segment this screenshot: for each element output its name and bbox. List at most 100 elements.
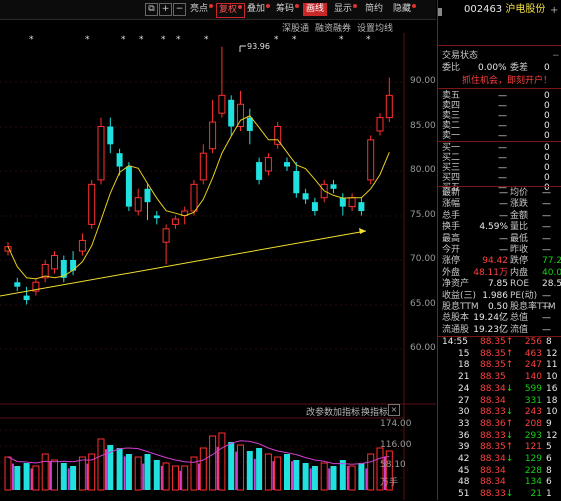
candle-body-down xyxy=(256,162,263,180)
quote-row: 今开 — 昨收 — xyxy=(442,245,551,255)
volume-bar-aux xyxy=(179,470,182,490)
volume-bar-down xyxy=(358,463,365,490)
volume-bar-down xyxy=(153,460,160,490)
zoom-in-icon[interactable]: + xyxy=(159,3,172,16)
volume-bar-down xyxy=(228,442,235,490)
price-axis-label: 90.00 xyxy=(410,76,436,86)
quote-row: 流通股 19.23亿 流值 — xyxy=(442,324,551,335)
volume-bar-aux xyxy=(105,449,107,490)
volume-bar-up xyxy=(199,447,207,491)
zoom-out-icon[interactable]: − xyxy=(173,3,186,16)
vol-tab-add[interactable]: 加指标 xyxy=(333,405,360,418)
quote-row: 涨停 94.42 跌停 77.2 xyxy=(442,256,561,267)
hide-button[interactable]: 隐藏 xyxy=(393,3,417,16)
point-button[interactable]: 亮点 xyxy=(190,3,214,16)
volume-bar-aux xyxy=(86,463,89,490)
candle-body-up xyxy=(190,183,198,212)
vol-tab-switch[interactable]: 换指标 xyxy=(361,405,388,418)
sub-tabs: 深股通 融资融券 设置均线 xyxy=(0,19,436,34)
tick-row: 33 88.36↑ 208 9 xyxy=(458,418,552,429)
quote-row: 外盘48.11万内盘40.08 xyxy=(442,267,561,278)
volume-bar-down xyxy=(339,460,346,490)
candle-body-up xyxy=(78,239,86,252)
volume-bar-down xyxy=(60,463,67,490)
candle-body-down xyxy=(70,260,77,271)
quote-row: 最新 — 均价 — xyxy=(442,188,551,198)
candle-body-down xyxy=(14,282,21,287)
tick-row: 21 88.35 140 10 xyxy=(458,372,558,383)
event-star: * xyxy=(292,35,297,45)
volume-bar-aux xyxy=(198,463,200,490)
event-star: * xyxy=(161,35,166,45)
vol-axis-2: 116.00 xyxy=(380,440,412,450)
volume-bar-down xyxy=(284,454,290,490)
candle-body-down xyxy=(339,197,346,207)
stock-code: 002463 xyxy=(464,4,503,15)
panel-collapse-icon[interactable] xyxy=(438,8,446,16)
overlay-button[interactable]: 叠加 xyxy=(247,3,271,16)
event-star: * xyxy=(339,35,344,45)
simple-button[interactable]: 简约 xyxy=(365,3,383,16)
volume-bar-aux xyxy=(123,456,126,490)
price-axis-label: 80.00 xyxy=(410,165,436,175)
candlestick-chart[interactable]: 93.96 * * * * * * * * * * * xyxy=(0,33,436,500)
candle-body-down xyxy=(23,295,30,301)
vol-tab-params[interactable]: 改参数 xyxy=(306,405,333,418)
quote-panel: 002463 沪电股份 + 交易状态 − 委比 0.00% 委差 0 抓住机会，… xyxy=(437,0,561,500)
panel-minus-icon[interactable]: − xyxy=(552,50,560,62)
volume-bar-aux xyxy=(328,468,331,490)
volume-bar-down xyxy=(256,448,263,490)
panel-add-icon[interactable]: + xyxy=(550,5,558,16)
quote-row: 净资产7.85ROE28.57 xyxy=(442,279,561,290)
volume-bar-down xyxy=(330,466,337,490)
tick-row: 27 88.34 331 18 xyxy=(458,395,558,406)
promo-link[interactable]: 抓住机会，即刻开户！ xyxy=(462,75,552,87)
draw-line-button[interactable]: 画线 xyxy=(303,3,328,16)
quote-row: 总股本 19.24亿 总值 — xyxy=(442,313,551,324)
chips-button[interactable]: 筹码 xyxy=(276,3,300,16)
volume-bar-up xyxy=(97,438,105,491)
display-button[interactable]: 显示 xyxy=(334,3,358,16)
candle-body-up xyxy=(171,218,179,225)
quote-row: 股息TTM 0.50 股息率TTM — xyxy=(442,302,556,312)
volume-bar-aux xyxy=(30,468,33,490)
event-markers: * * * * * * * * * * * xyxy=(29,35,371,45)
event-star: * xyxy=(29,35,34,45)
tick-row: 30 88.33↓ 243 10 xyxy=(458,407,558,418)
close-icon[interactable]: × xyxy=(388,404,400,416)
candle-body-down xyxy=(302,193,309,200)
tick-row: 48 88.34 134 6 xyxy=(458,477,552,488)
candle-body-up xyxy=(385,94,393,119)
candle-body-down xyxy=(330,184,337,189)
volume-bar-up xyxy=(264,453,272,491)
window-restore-icon[interactable]: ⧉ xyxy=(145,3,158,16)
candles xyxy=(4,46,393,305)
tick-row: 39 88.35↑ 121 5 xyxy=(458,442,552,453)
volume-bar-aux xyxy=(216,446,219,490)
volume-bar-down xyxy=(293,460,300,490)
ma-line xyxy=(7,115,390,280)
candle-body-down xyxy=(125,166,132,207)
volume-bar-down xyxy=(302,463,309,490)
volume-bar-up xyxy=(320,462,328,491)
volume-bar-up xyxy=(237,444,244,491)
volume-bar-aux xyxy=(67,468,70,490)
adjust-button[interactable]: 复权 xyxy=(216,3,246,18)
trade-status-label: 交易状态 xyxy=(442,51,479,61)
volume-bar-aux xyxy=(142,463,145,490)
candle-body-down xyxy=(228,99,235,127)
volume-bar-aux xyxy=(291,461,293,490)
volume-bar-down xyxy=(23,463,30,490)
candle-body-up xyxy=(162,228,170,243)
price-axis-label: 60.00 xyxy=(410,343,436,353)
volume-toolbar: 改参数 加指标 换指标 × xyxy=(0,404,436,418)
volume-bar-aux xyxy=(12,463,14,490)
price-axis-label: 65.00 xyxy=(410,299,436,309)
volume-bar-aux xyxy=(365,468,368,490)
candle-body-up xyxy=(209,121,217,150)
candle-body-down xyxy=(144,188,151,203)
volume-bar-down xyxy=(311,466,318,490)
high-marker: 93.96 xyxy=(239,42,270,52)
volume-bar-down xyxy=(14,466,21,490)
volume-bar-aux xyxy=(309,468,312,490)
